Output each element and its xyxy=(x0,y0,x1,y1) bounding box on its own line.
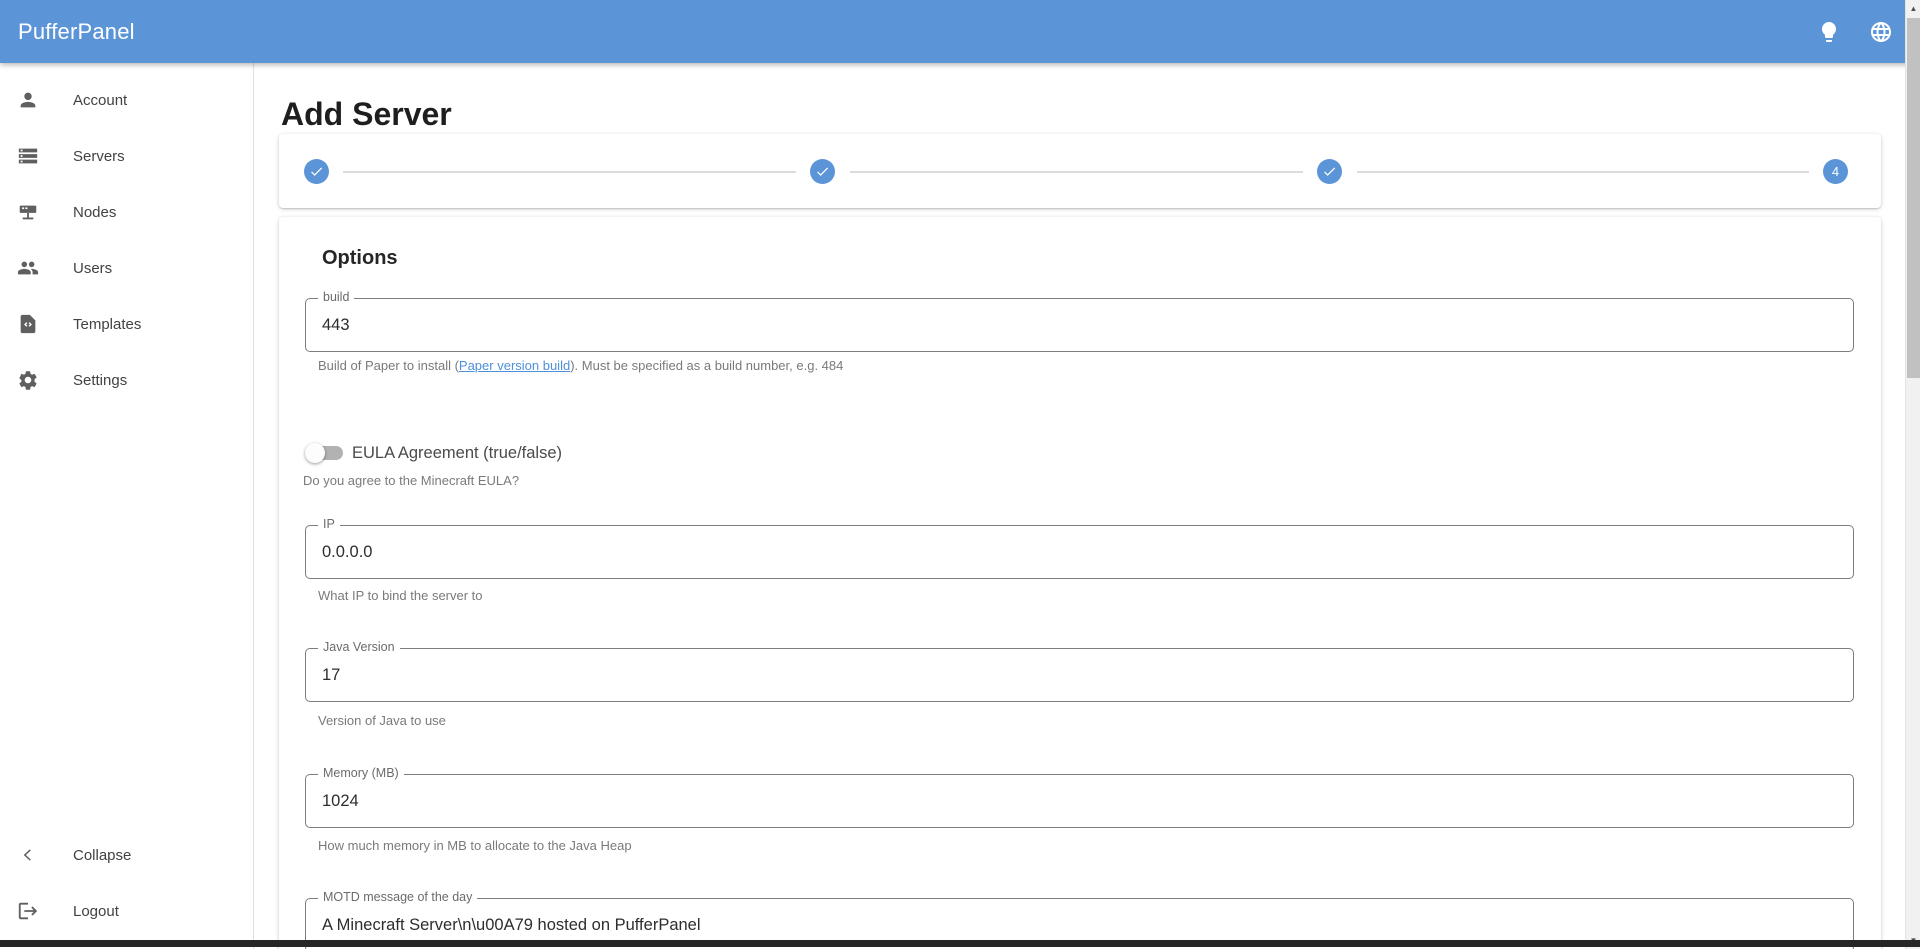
sidebar-collapse-button[interactable]: Collapse xyxy=(0,827,253,883)
build-field: build xyxy=(305,298,1854,352)
app-title: PufferPanel xyxy=(18,19,135,45)
step-number: 4 xyxy=(1832,164,1839,179)
step-check-icon xyxy=(1322,164,1337,179)
vertical-scrollbar[interactable]: ▲ ▼ xyxy=(1905,0,1920,949)
sidebar: Account Servers Nodes Users xyxy=(0,63,254,949)
collapse-label: Collapse xyxy=(73,847,131,864)
scrollbar-thumb[interactable] xyxy=(1907,18,1920,378)
ip-helper-text: What IP to bind the server to xyxy=(318,588,483,603)
step-4-current[interactable]: 4 xyxy=(1823,159,1848,184)
node-server-icon xyxy=(17,201,39,223)
step-1-complete[interactable] xyxy=(304,159,329,184)
app-window: PufferPanel Account Servers xyxy=(0,0,1920,949)
top-bar: PufferPanel xyxy=(0,0,1920,63)
sidebar-item-label: Users xyxy=(73,260,112,277)
step-connector xyxy=(1357,171,1809,173)
section-title: Options xyxy=(322,247,398,270)
sidebar-item-label: Nodes xyxy=(73,204,116,221)
build-input[interactable] xyxy=(306,299,1853,351)
storage-icon xyxy=(17,145,39,167)
sidebar-item-nodes[interactable]: Nodes xyxy=(0,184,253,240)
sidebar-item-label: Account xyxy=(73,92,127,109)
java-version-helper-text: Version of Java to use xyxy=(318,713,446,728)
topbar-actions xyxy=(1816,0,1894,63)
scroll-up-arrow[interactable]: ▲ xyxy=(1906,0,1920,17)
eula-toggle[interactable] xyxy=(305,443,345,463)
ip-field: IP xyxy=(305,525,1854,579)
page-title: Add Server xyxy=(281,96,452,133)
memory-helper-text: How much memory in MB to allocate to the… xyxy=(318,838,632,853)
sidebar-item-account[interactable]: Account xyxy=(0,72,253,128)
gear-icon xyxy=(17,369,39,391)
paper-version-build-link[interactable]: Paper version build xyxy=(459,358,570,373)
java-version-field: Java Version xyxy=(305,648,1854,702)
logout-label: Logout xyxy=(73,903,119,920)
chevron-left-icon xyxy=(17,844,39,866)
person-icon xyxy=(17,89,39,111)
sidebar-bottom: Collapse Logout xyxy=(0,827,253,939)
logout-icon xyxy=(17,900,39,922)
sidebar-item-settings[interactable]: Settings xyxy=(0,352,253,408)
step-3-complete[interactable] xyxy=(1317,159,1342,184)
sidebar-item-label: Servers xyxy=(73,148,125,165)
theme-lightbulb-icon[interactable] xyxy=(1816,19,1842,45)
step-check-icon xyxy=(815,164,830,179)
sidebar-item-label: Settings xyxy=(73,372,127,389)
eula-toggle-label[interactable]: EULA Agreement (true/false) xyxy=(352,444,562,463)
eula-helper-text: Do you agree to the Minecraft EULA? xyxy=(303,473,519,488)
java-version-input[interactable] xyxy=(306,649,1853,701)
server-options-card: Options build Build of Paper to install … xyxy=(279,217,1881,949)
step-connector xyxy=(850,171,1303,173)
sidebar-item-users[interactable]: Users xyxy=(0,240,253,296)
language-globe-icon[interactable] xyxy=(1868,19,1894,45)
build-helper-text: Build of Paper to install (Paper version… xyxy=(318,358,843,373)
sidebar-nav-list: Account Servers Nodes Users xyxy=(0,63,253,408)
file-code-icon xyxy=(17,313,39,335)
ip-input[interactable] xyxy=(306,526,1853,578)
toggle-thumb xyxy=(305,443,325,463)
sidebar-item-label: Templates xyxy=(73,316,141,333)
memory-field: Memory (MB) xyxy=(305,774,1854,828)
step-check-icon xyxy=(309,164,324,179)
sidebar-item-servers[interactable]: Servers xyxy=(0,128,253,184)
sidebar-logout-button[interactable]: Logout xyxy=(0,883,253,939)
memory-input[interactable] xyxy=(306,775,1853,827)
step-connector xyxy=(343,171,796,173)
step-2-complete[interactable] xyxy=(810,159,835,184)
sidebar-item-templates[interactable]: Templates xyxy=(0,296,253,352)
stepper-card: 4 xyxy=(279,134,1881,208)
window-bottom-edge xyxy=(0,940,1920,947)
people-icon xyxy=(17,257,39,279)
